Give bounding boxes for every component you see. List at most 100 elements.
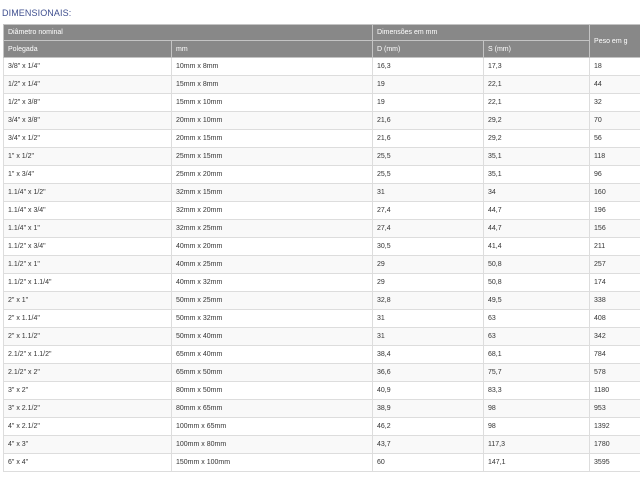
- cell-d: 16,3: [372, 57, 485, 76]
- cell-s: 98: [483, 417, 591, 436]
- table-row: 1.1/4" x 1/2" 32mm x 15mm 31 34 160: [3, 183, 640, 202]
- cell-weight: 1392: [589, 417, 640, 436]
- table-row: 6" x 4" 150mm x 100mm 60 147,1 3595: [3, 453, 640, 472]
- cell-weight: 56: [589, 129, 640, 148]
- cell-weight: 96: [589, 165, 640, 184]
- cell-inch: 3/4" x 1/2": [3, 129, 172, 148]
- table-row: 3/8" x 1/4" 10mm x 8mm 16,3 17,3 18: [3, 57, 640, 76]
- table-row: 2" x 1.1/4" 50mm x 32mm 31 63 408: [3, 309, 640, 328]
- cell-inch: 1.1/2" x 1": [3, 255, 172, 274]
- cell-s: 50,8: [483, 273, 591, 292]
- cell-weight: 257: [589, 255, 640, 274]
- cell-d: 32,8: [372, 291, 485, 310]
- table-row: 2.1/2" x 2" 65mm x 50mm 36,6 75,7 578: [3, 363, 640, 382]
- table-row: 1.1/2" x 1" 40mm x 25mm 29 50,8 257: [3, 255, 640, 274]
- cell-inch: 1.1/4" x 1/2": [3, 183, 172, 202]
- cell-d: 31: [372, 183, 485, 202]
- cell-mm: 15mm x 10mm: [170, 93, 374, 112]
- cell-inch: 3/4" x 3/8": [3, 111, 172, 130]
- cell-inch: 1.1/2" x 3/4": [3, 237, 172, 256]
- table-row: 1/2" x 3/8" 15mm x 10mm 19 22,1 32: [3, 93, 640, 112]
- cell-s: 98: [483, 399, 591, 418]
- table-row: 1.1/4" x 3/4" 32mm x 20mm 27,4 44,7 196: [3, 201, 640, 220]
- cell-inch: 1" x 3/4": [3, 165, 172, 184]
- cell-weight: 118: [589, 147, 640, 166]
- cell-d: 21,6: [372, 129, 485, 148]
- cell-d: 31: [372, 327, 485, 346]
- cell-weight: 211: [589, 237, 640, 256]
- cell-mm: 150mm x 100mm: [170, 453, 374, 472]
- table-body: 3/8" x 1/4" 10mm x 8mm 16,3 17,3 18 1/2" x 1/…: [3, 57, 640, 472]
- header-d: D (mm): [372, 40, 485, 58]
- dimensions-table: Diâmetro nominal Dimensões em mm Peso em…: [2, 24, 640, 472]
- cell-s: 35,1: [483, 165, 591, 184]
- cell-weight: 160: [589, 183, 640, 202]
- cell-mm: 25mm x 20mm: [170, 165, 374, 184]
- cell-mm: 15mm x 8mm: [170, 75, 374, 94]
- cell-d: 25,5: [372, 147, 485, 166]
- cell-s: 83,3: [483, 381, 591, 400]
- cell-inch: 1/2" x 3/8": [3, 93, 172, 112]
- header-s: S (mm): [483, 40, 591, 58]
- cell-mm: 65mm x 40mm: [170, 345, 374, 364]
- cell-mm: 50mm x 32mm: [170, 309, 374, 328]
- cell-inch: 3" x 2.1/2": [3, 399, 172, 418]
- table-row: 4" x 2.1/2" 100mm x 65mm 46,2 98 1392: [3, 417, 640, 436]
- cell-s: 49,5: [483, 291, 591, 310]
- cell-weight: 70: [589, 111, 640, 130]
- cell-s: 44,7: [483, 219, 591, 238]
- cell-s: 75,7: [483, 363, 591, 382]
- cell-weight: 174: [589, 273, 640, 292]
- cell-mm: 50mm x 40mm: [170, 327, 374, 346]
- cell-d: 27,4: [372, 201, 485, 220]
- cell-weight: 44: [589, 75, 640, 94]
- cell-d: 27,4: [372, 219, 485, 238]
- cell-d: 38,9: [372, 399, 485, 418]
- cell-d: 36,6: [372, 363, 485, 382]
- cell-mm: 40mm x 20mm: [170, 237, 374, 256]
- cell-mm: 20mm x 10mm: [170, 111, 374, 130]
- cell-weight: 1780: [589, 435, 640, 454]
- cell-s: 147,1: [483, 453, 591, 472]
- cell-s: 68,1: [483, 345, 591, 364]
- table-row: 1" x 3/4" 25mm x 20mm 25,5 35,1 96: [3, 165, 640, 184]
- cell-weight: 578: [589, 363, 640, 382]
- cell-inch: 2.1/2" x 1.1/2": [3, 345, 172, 364]
- cell-d: 19: [372, 93, 485, 112]
- cell-mm: 20mm x 15mm: [170, 129, 374, 148]
- table-row: 2.1/2" x 1.1/2" 65mm x 40mm 38,4 68,1 784: [3, 345, 640, 364]
- cell-weight: 156: [589, 219, 640, 238]
- header-inch: Polegada: [3, 40, 172, 58]
- cell-mm: 32mm x 20mm: [170, 201, 374, 220]
- cell-mm: 80mm x 65mm: [170, 399, 374, 418]
- page: DIMENSIONAIS: Diâmetro nominal Dimensões…: [0, 0, 640, 480]
- cell-d: 21,6: [372, 111, 485, 130]
- cell-s: 17,3: [483, 57, 591, 76]
- table-row: 2" x 1" 50mm x 25mm 32,8 49,5 338: [3, 291, 640, 310]
- cell-inch: 1.1/2" x 1.1/4": [3, 273, 172, 292]
- cell-s: 50,8: [483, 255, 591, 274]
- cell-s: 63: [483, 327, 591, 346]
- cell-weight: 1180: [589, 381, 640, 400]
- cell-inch: 4" x 2.1/2": [3, 417, 172, 436]
- cell-weight: 408: [589, 309, 640, 328]
- cell-weight: 18: [589, 57, 640, 76]
- cell-s: 34: [483, 183, 591, 202]
- cell-inch: 1/2" x 1/4": [3, 75, 172, 94]
- cell-weight: 3595: [589, 453, 640, 472]
- cell-s: 35,1: [483, 147, 591, 166]
- cell-s: 22,1: [483, 75, 591, 94]
- table-row: 3/4" x 1/2" 20mm x 15mm 21,6 29,2 56: [3, 129, 640, 148]
- section-heading: DIMENSIONAIS:: [2, 8, 72, 18]
- cell-mm: 100mm x 65mm: [170, 417, 374, 436]
- cell-weight: 196: [589, 201, 640, 220]
- cell-weight: 32: [589, 93, 640, 112]
- cell-d: 46,2: [372, 417, 485, 436]
- cell-inch: 6" x 4": [3, 453, 172, 472]
- cell-mm: 10mm x 8mm: [170, 57, 374, 76]
- header-mm: mm: [170, 40, 374, 58]
- table-row: 3/4" x 3/8" 20mm x 10mm 21,6 29,2 70: [3, 111, 640, 130]
- cell-d: 31: [372, 309, 485, 328]
- cell-d: 30,5: [372, 237, 485, 256]
- cell-mm: 40mm x 25mm: [170, 255, 374, 274]
